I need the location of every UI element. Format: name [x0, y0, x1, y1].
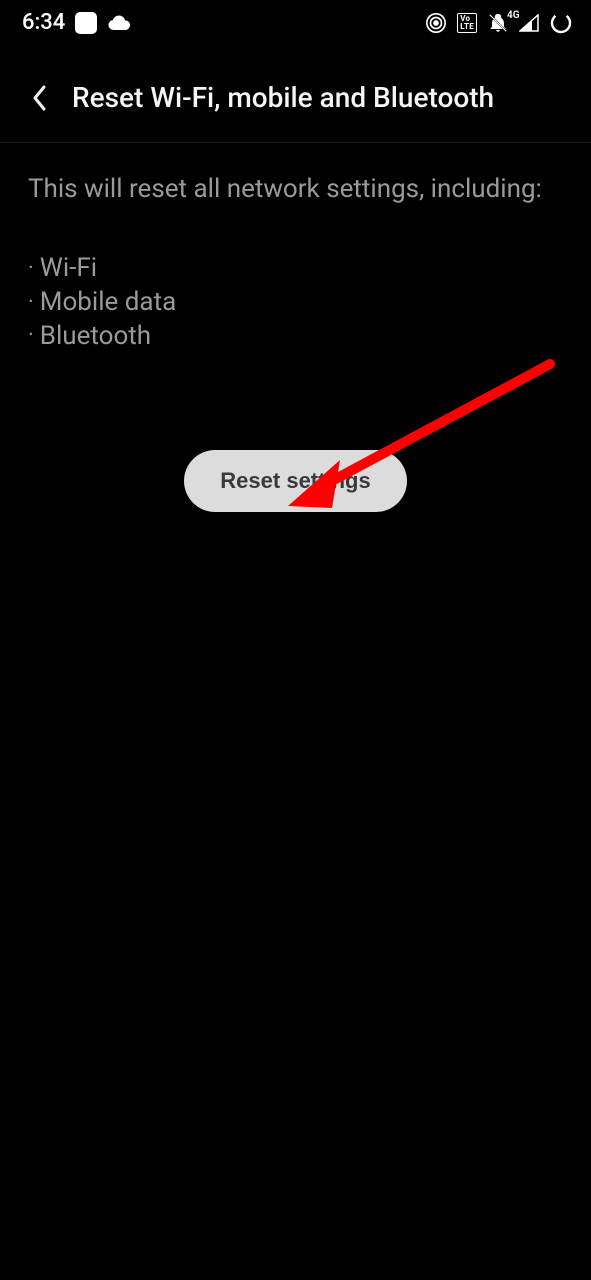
page-title: Reset Wi-Fi, mobile and Bluetooth [72, 81, 494, 114]
clock: 6:34 [22, 10, 65, 35]
loading-spinner-icon [549, 11, 573, 35]
volte-icon: VoLTE [457, 13, 477, 33]
list-item-label: Mobile data [40, 286, 176, 320]
bullet-icon: · [28, 289, 34, 318]
signal-icon: 4G [519, 14, 539, 32]
button-row: Reset settings [28, 450, 563, 512]
list-item-label: Bluetooth [40, 320, 151, 354]
status-bar: 6:34 VoLTE 4G [0, 0, 591, 41]
description-text: This will reset all network settings, in… [28, 173, 563, 206]
app-indicator-icon [75, 12, 97, 34]
cloud-icon [107, 15, 131, 31]
status-left: 6:34 [22, 10, 131, 35]
hotspot-icon [425, 12, 447, 34]
list-item: ·Bluetooth [28, 320, 563, 354]
reset-settings-button[interactable]: Reset settings [184, 450, 406, 512]
bullet-icon: · [28, 322, 34, 351]
network-type-label: 4G [507, 10, 520, 21]
list-item: ·Mobile data [28, 286, 563, 320]
mute-icon [487, 12, 509, 34]
page-header: Reset Wi-Fi, mobile and Bluetooth [0, 41, 591, 143]
reset-description-block: This will reset all network settings, in… [0, 143, 591, 512]
list-item: ·Wi-Fi [28, 252, 563, 286]
list-item-label: Wi-Fi [40, 252, 97, 286]
back-button[interactable] [30, 83, 50, 113]
reset-items-list: ·Wi-Fi ·Mobile data ·Bluetooth [28, 252, 563, 353]
bullet-icon: · [28, 255, 34, 284]
status-right: VoLTE 4G [425, 11, 573, 35]
